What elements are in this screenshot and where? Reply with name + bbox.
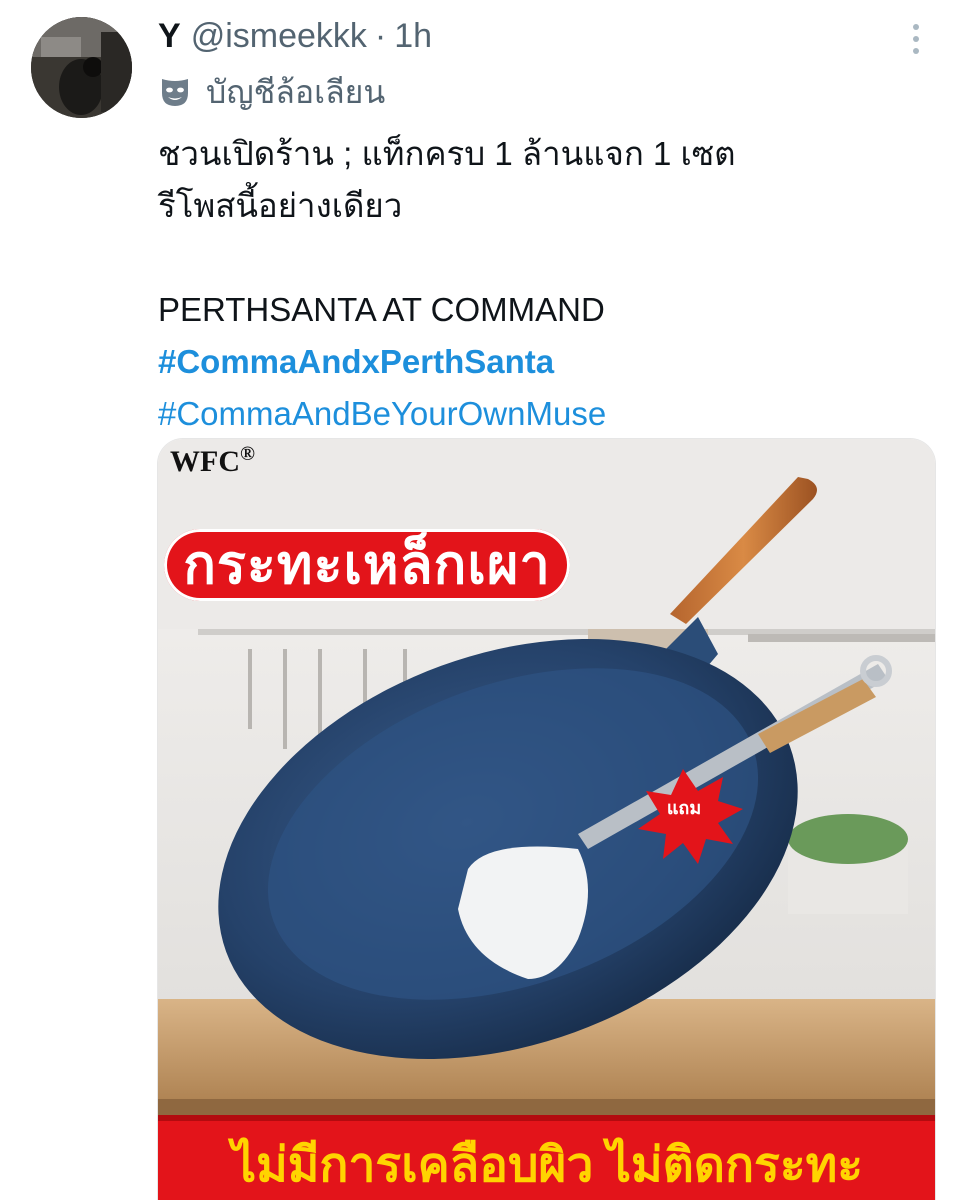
user-handle[interactable]: @ismeekkk — [191, 17, 367, 56]
avatar-image — [31, 17, 132, 118]
account-label-text: บัญชีล้อเลียน — [206, 73, 386, 110]
theater-mask-icon — [162, 79, 188, 106]
timestamp[interactable]: 1h — [394, 17, 432, 56]
product-banner: ไม่มีการเคลือบผิว ไม่ติดกระทะ — [158, 1115, 935, 1200]
tweet-text: ชวนเปิดร้าน ; แท็กครบ 1 ล้านแจก 1 เซต รี… — [158, 128, 938, 440]
separator-dot: · — [374, 16, 387, 55]
tweet-header: Y @ismeekkk · 1h — [158, 14, 432, 58]
tweet-media-image[interactable]: WFC® กระทะเหล็กเผา แถม ไม่มีการเคลือบผิว… — [157, 438, 936, 1200]
tweet-text-line — [158, 232, 938, 284]
gift-badge: แถม — [666, 798, 702, 818]
tweet-text-line: PERTHSANTA AT COMMAND — [158, 291, 605, 328]
more-vertical-icon[interactable] — [904, 22, 928, 56]
hashtag-link[interactable]: #CommaAndBeYourOwnMuse — [158, 395, 606, 432]
hashtag-link[interactable]: #CommaAndxPerthSanta — [158, 343, 554, 380]
display-name[interactable]: Y — [158, 17, 181, 56]
account-label: บัญชีล้อเลียน — [158, 70, 385, 114]
tweet-text-line: ชวนเปิดร้าน ; แท็กครบ 1 ล้านแจก 1 เซต — [158, 135, 736, 172]
avatar[interactable] — [31, 17, 132, 118]
brand-logo: WFC® — [170, 443, 255, 478]
product-title-badge: กระทะเหล็กเผา — [164, 529, 570, 601]
tweet-text-line: รีโพสนี้อย่างเดียว — [158, 187, 403, 224]
